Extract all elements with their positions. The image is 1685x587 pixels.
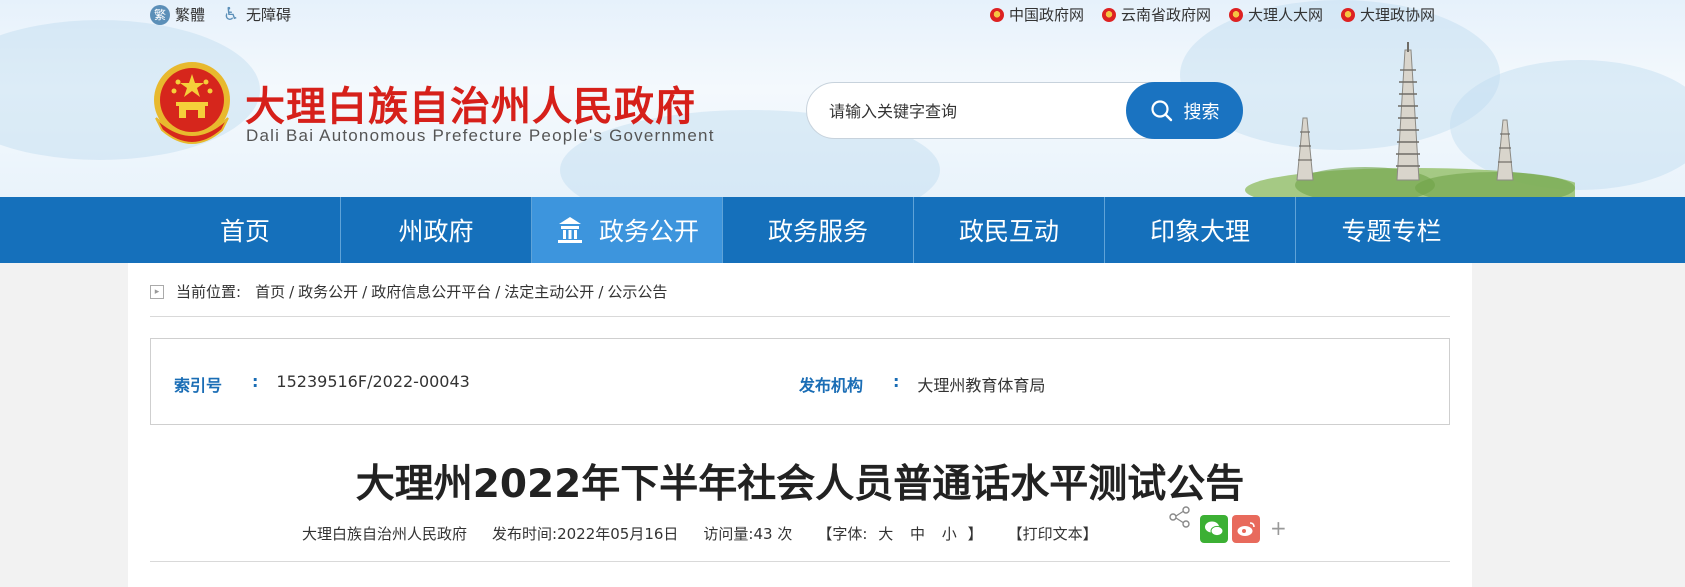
font-size-large[interactable]: 大 [878,525,893,543]
breadcrumb-separator: / [289,282,295,301]
font-size-prefix: 【字体: [817,525,868,543]
breadcrumb-separator: / [362,282,368,301]
traditional-chinese-link[interactable]: 繁 繁體 [150,4,205,25]
national-emblem-logo[interactable] [150,60,235,150]
building-icon [557,217,582,243]
weibo-icon[interactable] [1232,515,1260,543]
site-title: 大理白族自治州人民政府 [245,84,696,130]
publisher-field: 发布机构 : 大理州教育体育局 [799,372,1045,396]
nav-government-services[interactable]: 政务服务 [723,197,914,263]
nav-special-topics[interactable]: 专题专栏 [1296,197,1487,263]
nav-prefecture-government[interactable]: 州政府 [341,197,532,263]
nav-government-affairs-open[interactable]: 政务公开 [532,197,723,263]
colon: : [893,372,900,391]
more-share-icon[interactable]: + [1270,516,1287,540]
link-label: 大理政协网 [1359,6,1435,24]
share-bar: + [1168,506,1328,546]
pagoda-illustration [1245,42,1575,197]
nav-label: 政务公开 [598,217,699,246]
publisher-label: 发布机构 [799,376,864,395]
breadcrumb-home[interactable]: 首页 [255,281,285,302]
search-button[interactable]: 搜索 [1126,82,1243,139]
divider [150,316,1450,317]
view-count: 访问量:43 次 [703,525,793,543]
index-number-field: 索引号 : 15239516F/2022-00043 [174,372,470,396]
traditional-label: 繁體 [175,6,206,24]
emblem-icon [1101,7,1116,22]
traditional-icon: 繁 [150,4,170,25]
font-size-medium[interactable]: 中 [910,525,925,543]
nav-label: 印象大理 [1149,217,1250,246]
emblem-icon [989,7,1004,22]
colon: : [252,372,259,391]
accessibility-label: 无障碍 [246,6,292,24]
main-nav: 首页 州政府 政务公开 政务服务 政民互动 印象大理 专题专栏 [0,197,1685,263]
breadcrumb-government-affairs[interactable]: 政务公开 [298,281,358,302]
content-panel: ▸ 当前位置: 首页 / 政务公开 / 政府信息公开平台 / 法定主动公开 / … [128,263,1472,587]
font-size-small[interactable]: 小 [942,525,957,543]
link-dali-npc[interactable]: 大理人大网 [1228,4,1323,25]
breadcrumb-info-platform[interactable]: 政府信息公开平台 [371,281,491,302]
publish-time: 发布时间:2022年05月16日 [492,525,679,543]
wheelchair-icon: ♿ [223,3,240,25]
accessibility-link[interactable]: ♿ 无障碍 [223,4,291,25]
nav-label: 首页 [219,217,270,246]
divider [150,561,1450,562]
document-meta-box: 索引号 : 15239516F/2022-00043 发布机构 : 大理州教育体… [150,338,1450,425]
nav-label: 专题专栏 [1341,217,1442,246]
nav-public-interaction[interactable]: 政民互动 [914,197,1105,263]
breadcrumb: ▸ 当前位置: 首页 / 政务公开 / 政府信息公开平台 / 法定主动公开 / … [150,281,667,302]
wechat-icon[interactable] [1200,515,1228,543]
search-bar: 搜索 [806,82,1243,139]
nav-impression-dali[interactable]: 印象大理 [1105,197,1296,263]
breadcrumb-separator: / [598,282,604,301]
link-label: 大理人大网 [1247,6,1323,24]
emblem-icon [1228,7,1243,22]
nav-label: 州政府 [398,217,474,246]
publisher-value: 大理州教育体育局 [917,376,1046,395]
breadcrumb-separator: / [495,282,501,301]
article-meta: 大理白族自治州人民政府 发布时间:2022年05月16日 访问量:43 次 【字… [302,523,1098,544]
share-icon[interactable] [1168,506,1192,528]
location-icon: ▸ [150,284,164,299]
breadcrumb-prefix: 当前位置: [176,283,242,301]
link-label: 云南省政府网 [1120,6,1211,24]
link-yunnan-gov[interactable]: 云南省政府网 [1101,4,1211,25]
header-banner: 繁 繁體 ♿ 无障碍 中国政府网 云南省政府网 大理人大网 大理政协网 大理白族… [0,0,1685,197]
article-title: 大理州2022年下半年社会人员普通话水平测试公告 [355,462,1245,507]
breadcrumb-announcements[interactable]: 公示公告 [607,281,667,302]
link-china-gov[interactable]: 中国政府网 [989,4,1084,25]
search-icon [1150,99,1172,121]
nav-label: 政民互动 [958,217,1059,246]
font-size-suffix: 】 [967,525,983,543]
index-number-label: 索引号 [174,376,223,395]
search-input[interactable] [829,97,1119,125]
nav-home[interactable]: 首页 [150,197,341,263]
link-label: 中国政府网 [1008,6,1084,24]
emblem-icon [1340,7,1355,22]
index-number-value: 15239516F/2022-00043 [276,372,470,391]
article-source: 大理白族自治州人民政府 [302,525,468,543]
breadcrumb-statutory-disclosure[interactable]: 法定主动公开 [504,281,594,302]
nav-label: 政务服务 [767,217,868,246]
font-size-control: 【字体: 大 中 小 】 [817,523,982,544]
link-dali-cppcc[interactable]: 大理政协网 [1340,4,1435,25]
search-button-label: 搜索 [1183,101,1220,123]
top-utility-bar: 繁 繁體 ♿ 无障碍 中国政府网 云南省政府网 大理人大网 大理政协网 [150,4,1435,26]
site-subtitle: Dali Bai Autonomous Prefecture People's … [246,126,715,145]
print-button[interactable]: 【打印文本】 [1008,523,1098,544]
